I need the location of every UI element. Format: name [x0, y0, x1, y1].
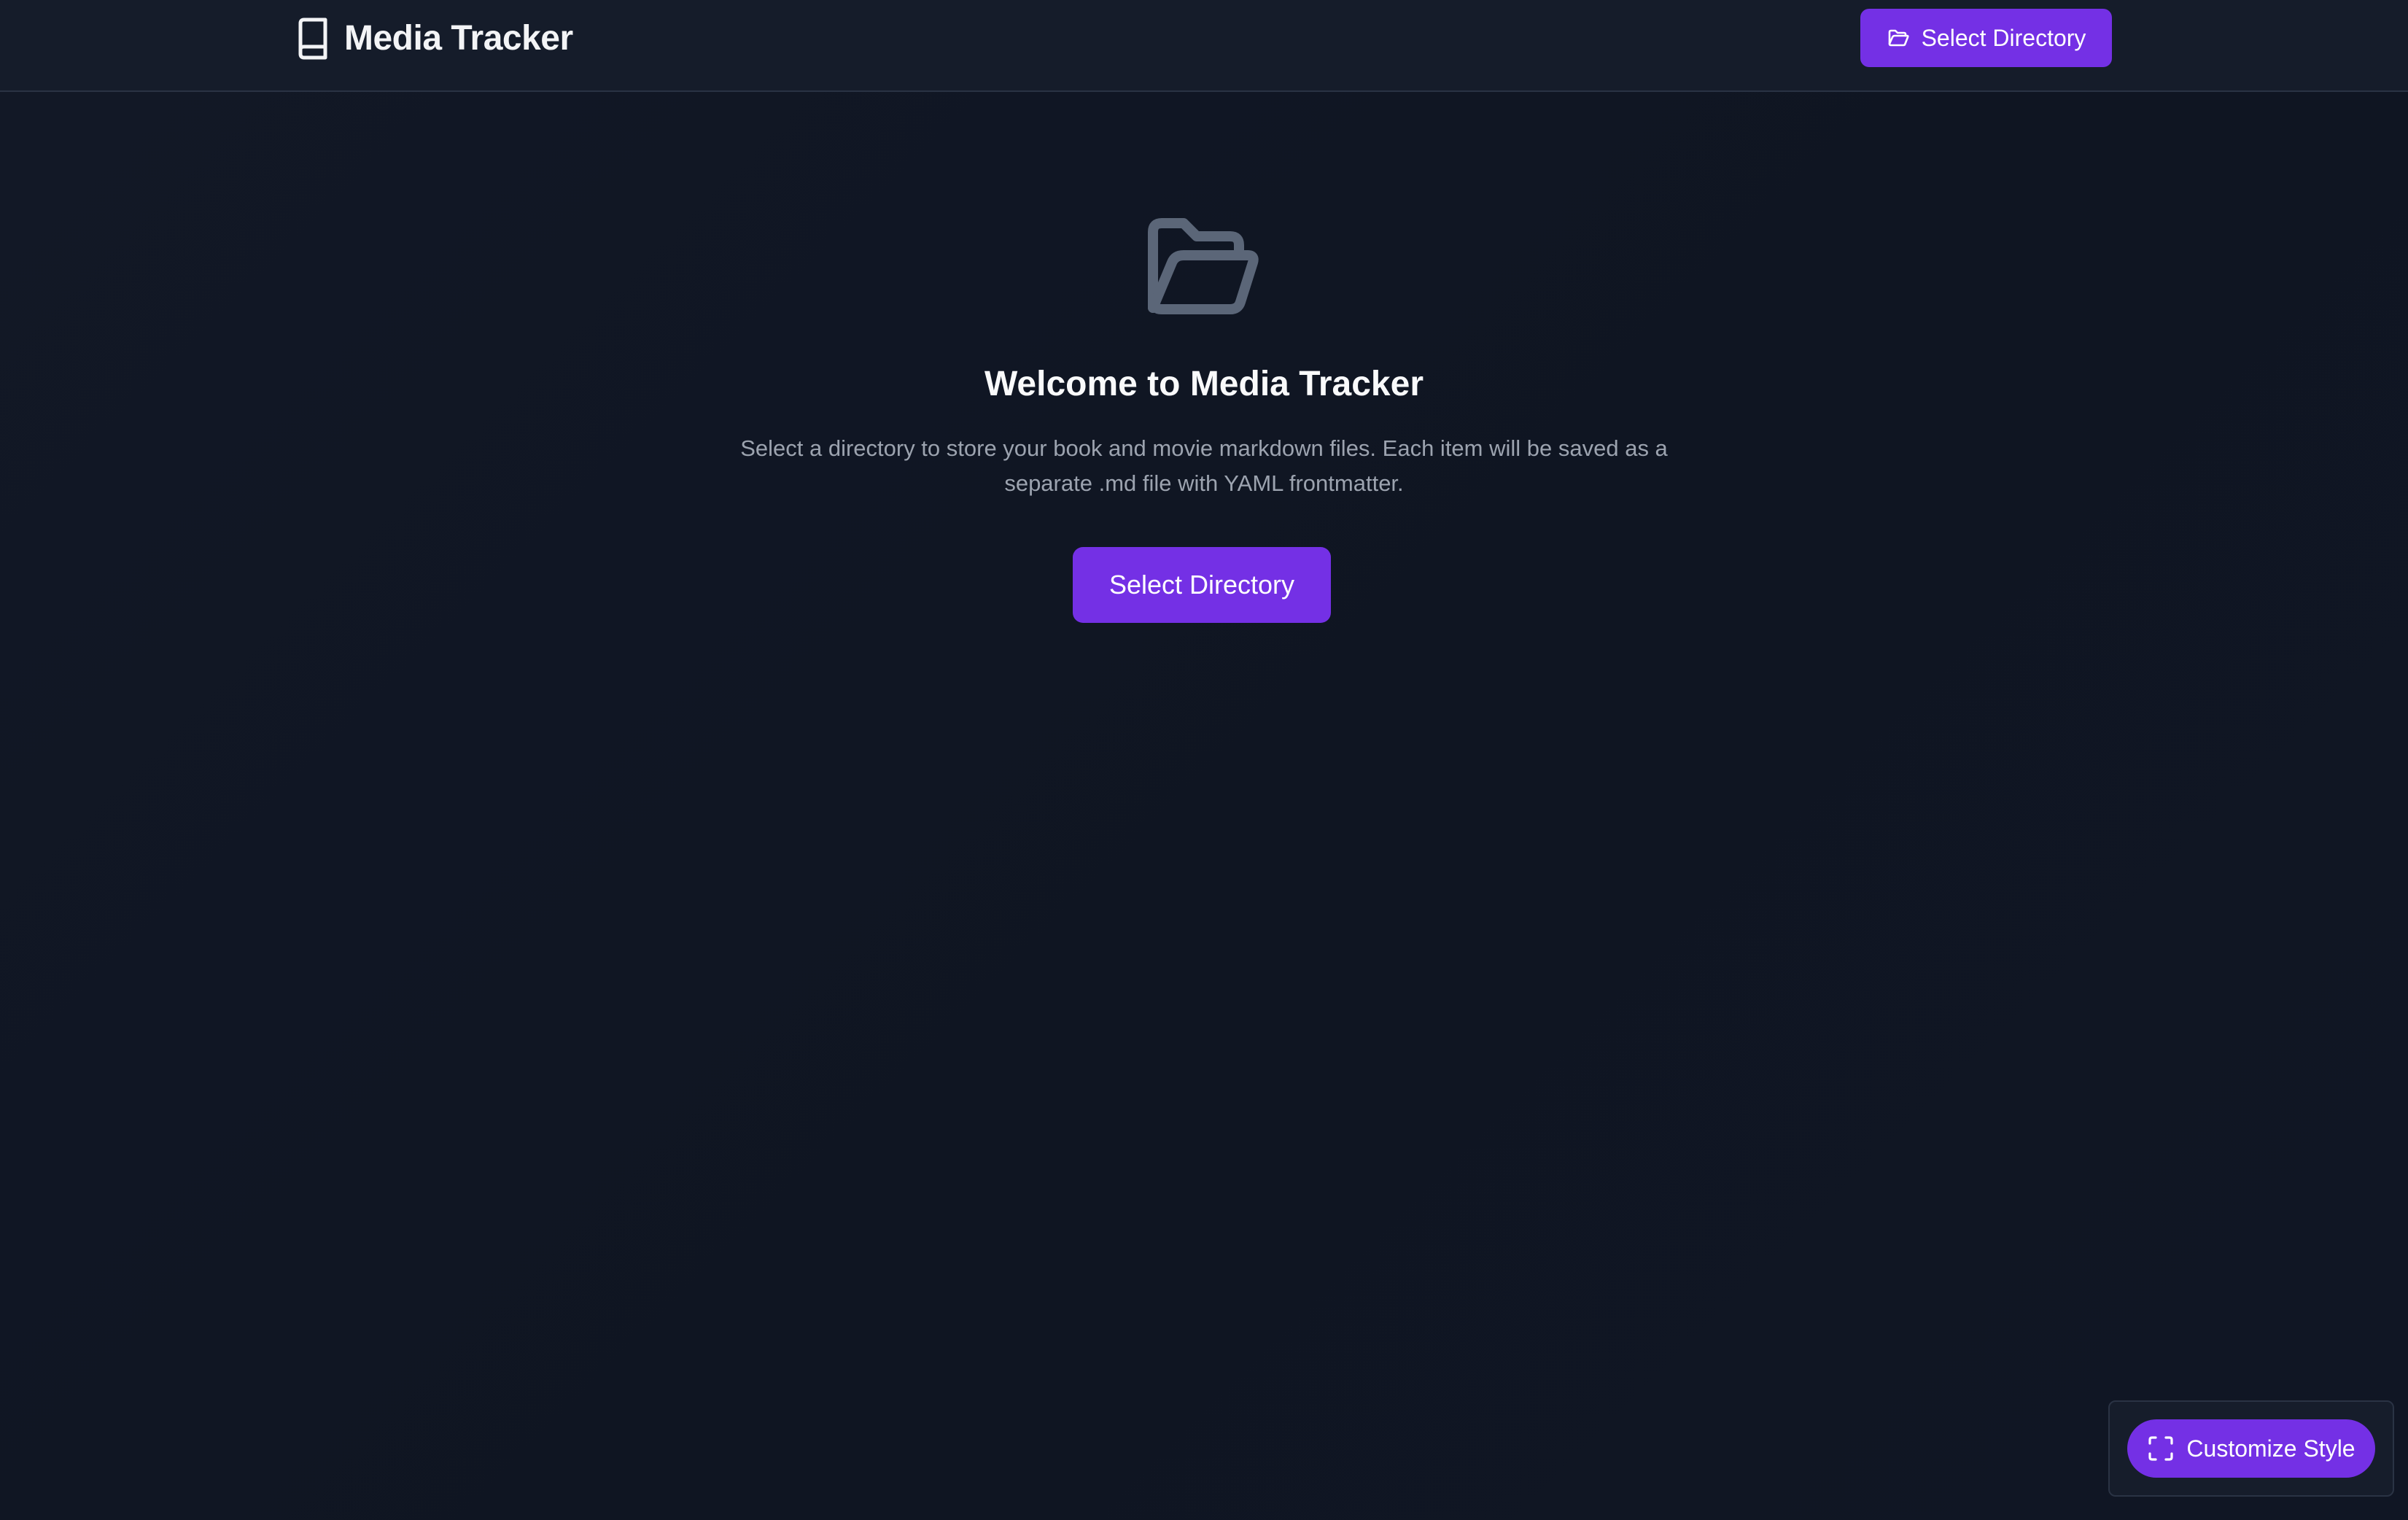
brand: Media Tracker [295, 16, 573, 61]
select-directory-button[interactable]: Select Directory [1073, 547, 1331, 623]
welcome-heading: Welcome to Media Tracker [984, 365, 1424, 403]
customize-style-label: Customize Style [2186, 1435, 2355, 1462]
customize-panel: Customize Style [2108, 1400, 2394, 1497]
expand-icon [2147, 1435, 2175, 1462]
app-header: Media Tracker Select Directory [0, 0, 2408, 92]
select-directory-label: Select Directory [1108, 570, 1295, 600]
welcome-section: Welcome to Media Tracker Select a direct… [0, 93, 2408, 1520]
header-select-directory-label: Select Directory [1921, 25, 2086, 51]
customize-style-button[interactable]: Customize Style [2127, 1419, 2375, 1478]
folder-open-icon [1146, 216, 1261, 318]
welcome-description: Select a directory to store your book an… [740, 435, 1668, 496]
folder-open-icon [1887, 26, 1910, 50]
book-icon [295, 16, 331, 61]
header-select-directory-button[interactable]: Select Directory [1860, 9, 2112, 67]
app-title: Media Tracker [344, 19, 573, 58]
